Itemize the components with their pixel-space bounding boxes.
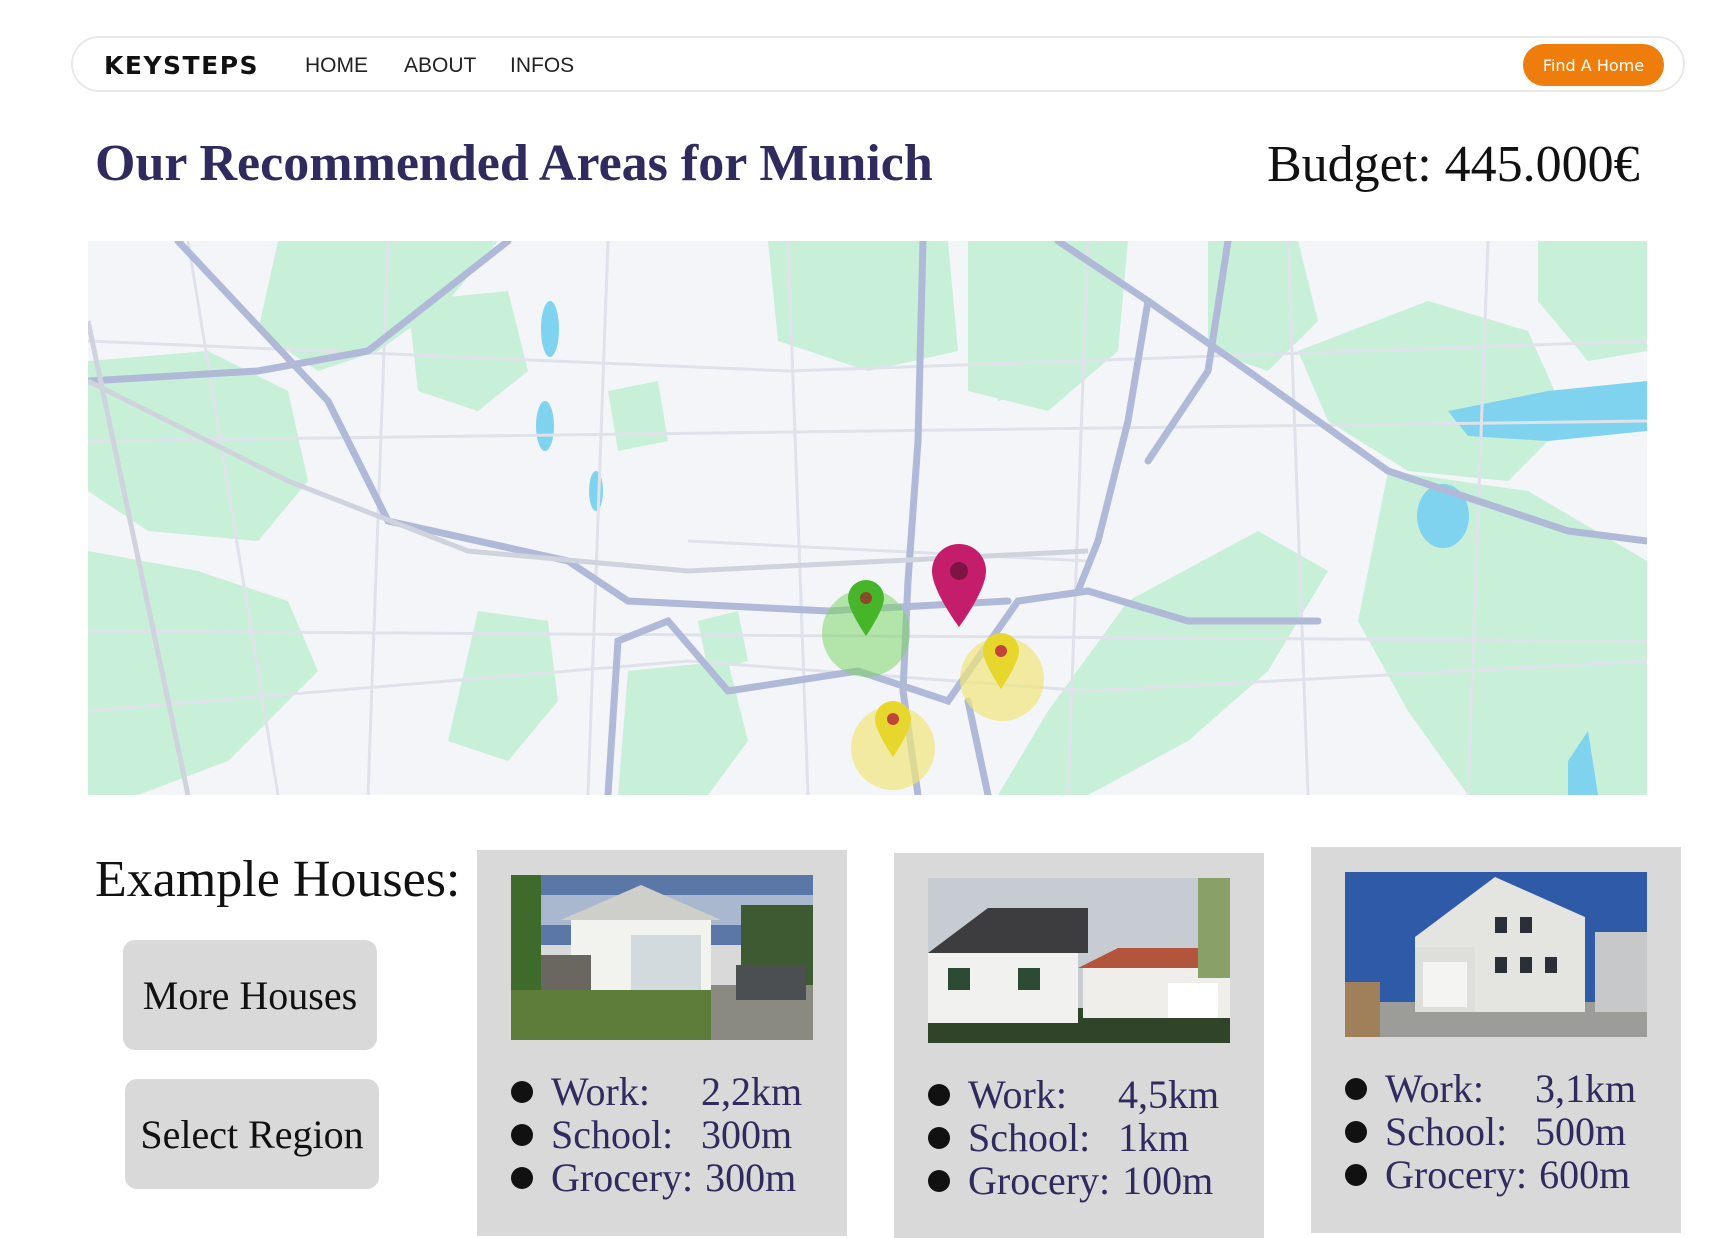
house-card[interactable]: Work: 2,2km School: 300m Grocery: 300m — [477, 850, 847, 1236]
bullet-icon — [511, 1166, 533, 1189]
house-card[interactable]: Work: 3,1km School: 500m Grocery: 600m — [1311, 847, 1681, 1233]
magenta-marker-icon[interactable] — [930, 543, 988, 629]
nav-infos-link[interactable]: INFOS — [510, 54, 574, 78]
budget-label: Budget: 445.000€ — [1267, 136, 1640, 193]
keysteps-logo[interactable]: KEYSTEPS — [104, 51, 259, 80]
grocery-value: 300m — [705, 1155, 797, 1200]
munich-map[interactable] — [88, 241, 1647, 795]
grocery-label: Grocery: — [968, 1158, 1111, 1203]
grocery-distance-row: Grocery: 300m — [511, 1155, 802, 1200]
school-label: School: — [1385, 1109, 1508, 1154]
work-label: Work: — [968, 1072, 1067, 1117]
grocery-label: Grocery: — [551, 1155, 694, 1200]
house-stats: Work: 4,5km School: 1km Grocery: 100m — [928, 1072, 1220, 1203]
house-card[interactable]: Work: 4,5km School: 1km Grocery: 100m — [894, 853, 1264, 1238]
work-value: 3,1km — [1535, 1066, 1637, 1111]
bullet-icon — [928, 1169, 950, 1192]
bullet-icon — [511, 1080, 533, 1103]
nav-about-link[interactable]: ABOUT — [404, 54, 476, 78]
bullet-icon — [511, 1123, 533, 1146]
green-marker-icon[interactable] — [846, 578, 886, 638]
house-stats: Work: 3,1km School: 500m Grocery: 600m — [1345, 1066, 1637, 1197]
grocery-label: Grocery: — [1385, 1152, 1528, 1197]
bullet-icon — [1345, 1163, 1367, 1186]
bullet-icon — [928, 1083, 950, 1106]
more-houses-button[interactable]: More Houses — [123, 940, 377, 1050]
house-stats: Work: 2,2km School: 300m Grocery: 300m — [511, 1069, 803, 1200]
bullet-icon — [1345, 1120, 1367, 1143]
school-distance-row: School: 1km — [928, 1115, 1219, 1160]
school-distance-row: School: 300m — [511, 1112, 802, 1157]
grocery-value: 100m — [1122, 1158, 1214, 1203]
work-value: 2,2km — [701, 1069, 803, 1114]
yellow-marker-1-icon[interactable] — [981, 631, 1021, 691]
select-region-button[interactable]: Select Region — [125, 1079, 379, 1189]
page-title: Our Recommended Areas for Munich — [95, 135, 933, 192]
house-photo — [928, 878, 1230, 1043]
work-distance-row: Work: 4,5km — [928, 1072, 1220, 1117]
grocery-value: 600m — [1539, 1152, 1631, 1197]
work-label: Work: — [1385, 1066, 1484, 1111]
work-value: 4,5km — [1118, 1072, 1220, 1117]
house-photo — [1345, 872, 1647, 1037]
yellow-marker-2-icon[interactable] — [873, 699, 913, 759]
bullet-icon — [1345, 1077, 1367, 1100]
work-label: Work: — [551, 1069, 650, 1114]
bullet-icon — [928, 1126, 950, 1149]
school-label: School: — [551, 1112, 674, 1157]
top-navbar: KEYSTEPS HOME ABOUT INFOS Find A Home — [71, 36, 1685, 92]
school-label: School: — [968, 1115, 1091, 1160]
grocery-distance-row: Grocery: 600m — [1345, 1152, 1636, 1197]
grocery-distance-row: Grocery: 100m — [928, 1158, 1219, 1203]
school-value: 500m — [1535, 1109, 1627, 1154]
house-photo — [511, 875, 813, 1040]
work-distance-row: Work: 3,1km — [1345, 1066, 1637, 1111]
find-a-home-button[interactable]: Find A Home — [1523, 44, 1664, 86]
work-distance-row: Work: 2,2km — [511, 1069, 803, 1114]
school-distance-row: School: 500m — [1345, 1109, 1636, 1154]
nav-home-link[interactable]: HOME — [305, 54, 368, 78]
map-canvas — [88, 241, 1647, 795]
school-value: 300m — [701, 1112, 793, 1157]
example-houses-heading: Example Houses: — [95, 851, 461, 908]
school-value: 1km — [1118, 1115, 1190, 1160]
